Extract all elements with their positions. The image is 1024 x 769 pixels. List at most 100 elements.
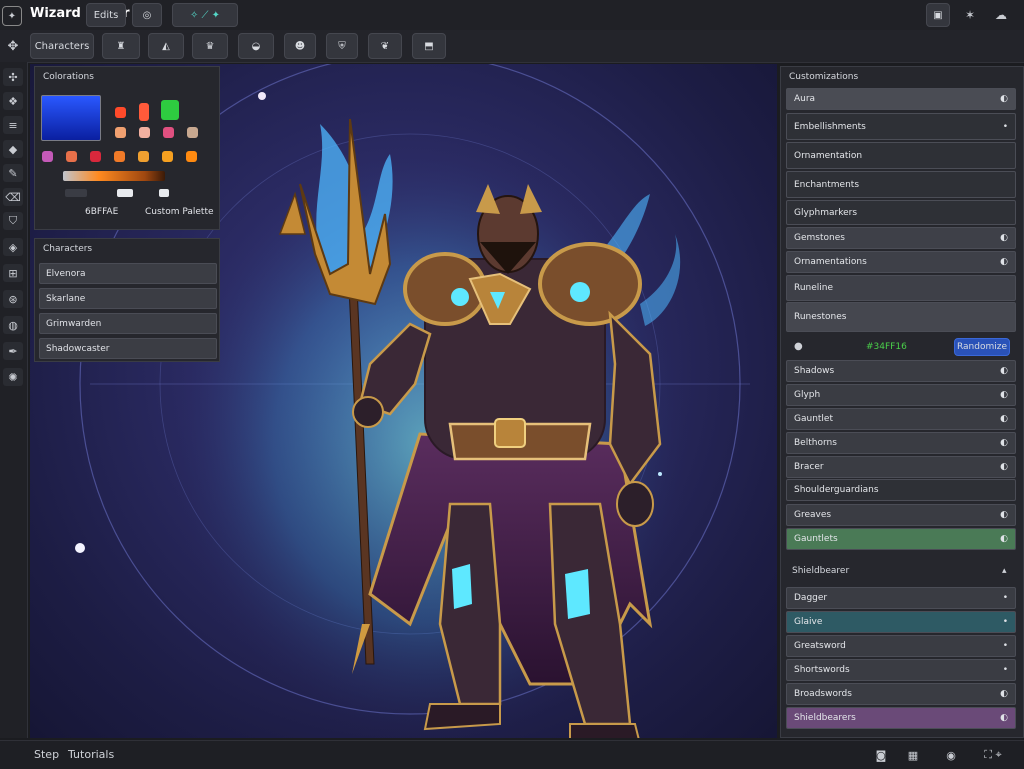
property-row[interactable]: Glyphmarkers (786, 200, 1016, 225)
stamp-icon[interactable]: ⊞ (3, 264, 23, 282)
property-row[interactable]: Bracer ◐ (786, 456, 1016, 478)
swatch-coral[interactable] (66, 151, 77, 162)
property-toggle-icon[interactable]: ◐ (1000, 510, 1008, 520)
property-toggle-icon[interactable]: • (1003, 665, 1008, 675)
pet-tab[interactable]: ❦ (368, 33, 402, 59)
export-tab[interactable]: ⬒ (412, 33, 446, 59)
property-row[interactable]: Greaves ◐ (786, 504, 1016, 526)
hue-slider[interactable] (63, 171, 165, 181)
property-toggle-icon[interactable]: • (1003, 593, 1008, 603)
property-toggle-icon[interactable]: ◐ (1000, 414, 1008, 424)
property-row[interactable]: Embellishments • (786, 113, 1016, 140)
body-tab[interactable]: ♜ (102, 33, 140, 59)
property-toggle-icon[interactable]: • (1003, 617, 1008, 627)
swatch-green[interactable] (161, 100, 179, 120)
cloud-icon[interactable]: ☁ (990, 6, 1012, 24)
property-row[interactable]: Dagger • (786, 587, 1016, 609)
property-toggle-icon[interactable]: ◐ (1000, 438, 1008, 448)
property-row[interactable]: Shadows ◐ (786, 360, 1016, 382)
property-row[interactable]: Gemstones ◐ (786, 227, 1016, 249)
property-row[interactable]: Gauntlet ◐ (786, 408, 1016, 430)
swatch-orange-red[interactable] (139, 103, 149, 121)
swatch-tan[interactable] (187, 127, 198, 138)
palette-button[interactable]: ◎ (132, 3, 162, 27)
property-toggle-icon[interactable]: ◐ (1000, 462, 1008, 472)
swatch-peach[interactable] (115, 127, 126, 138)
slider-handle-2[interactable] (159, 189, 169, 197)
wings-tab[interactable]: ◭ (148, 33, 184, 59)
property-toggle-icon[interactable]: ◐ (1000, 713, 1008, 723)
property-row[interactable]: Aura ◐ (786, 88, 1016, 110)
glow-tool-icon[interactable]: ✺ (3, 368, 23, 386)
eraser-icon[interactable]: ⌫ (3, 188, 23, 206)
slider-handle-3[interactable] (65, 189, 87, 197)
property-row[interactable]: Enchantments (786, 171, 1016, 198)
clone-icon[interactable]: ⊛ (3, 290, 23, 308)
edits-menu-button[interactable]: Edits (86, 3, 126, 27)
property-row[interactable]: Shortswords • (786, 659, 1016, 681)
swatch-orange[interactable] (186, 151, 197, 162)
section-caret-icon[interactable]: ▴ (1002, 566, 1007, 576)
characters-tab[interactable]: Characters (30, 33, 94, 59)
preset-item[interactable]: Elvenora (39, 263, 217, 284)
mask-tool-icon[interactable]: ◍ (3, 316, 23, 334)
property-row[interactable]: Greatsword • (786, 635, 1016, 657)
slider-handle[interactable] (117, 189, 133, 197)
brush-icon[interactable]: ✎ (3, 164, 23, 182)
property-row[interactable]: Ornamentation (786, 142, 1016, 169)
property-toggle-icon[interactable]: ◐ (1000, 257, 1008, 267)
crown-tab[interactable]: ♛ (192, 33, 228, 59)
property-toggle-icon[interactable]: ◐ (1000, 233, 1008, 243)
swatch-violet[interactable] (42, 151, 53, 162)
property-row[interactable]: Shoulderguardians (786, 479, 1016, 501)
property-row[interactable]: Broadswords ◐ (786, 683, 1016, 705)
shape-icon[interactable]: ◆ (3, 140, 23, 158)
move-tool-icon[interactable]: ✣ (3, 68, 23, 86)
property-toggle-icon[interactable]: ◐ (1000, 390, 1008, 400)
home-tool-icon[interactable]: ✥ (3, 36, 23, 56)
paint-tool-icon[interactable]: ❖ (3, 92, 23, 110)
swatch-magenta[interactable] (163, 127, 174, 138)
property-row[interactable]: Glaive • (786, 611, 1016, 633)
property-row[interactable]: Runeline (786, 275, 1016, 301)
shield-tool-icon[interactable]: ⛉ (3, 212, 23, 230)
property-toggle-icon[interactable]: • (1003, 122, 1008, 132)
property-row[interactable]: Belthorns ◐ (786, 432, 1016, 454)
property-row[interactable]: Glyph ◐ (786, 384, 1016, 406)
hex-value[interactable]: 6BFFAE (85, 207, 118, 217)
layers-icon[interactable]: ≡ (3, 116, 23, 134)
armor-tab[interactable]: ⛨ (326, 33, 358, 59)
pen-tool-icon[interactable]: ✒ (3, 342, 23, 360)
camera-icon[interactable]: ◙ (872, 747, 890, 763)
palette-mode[interactable]: Custom Palette (145, 207, 214, 217)
preset-item[interactable]: Shadowcaster (39, 338, 217, 359)
pin-icon[interactable]: ✶ (960, 6, 980, 24)
grid-icon[interactable]: ▦ (900, 747, 926, 763)
preset-item[interactable]: Grimwarden (39, 313, 217, 334)
swatch-crimson[interactable] (90, 151, 101, 162)
gem-tool-icon[interactable]: ◈ (3, 238, 23, 256)
fullscreen-icon[interactable]: ⛶ ⌖ (970, 747, 1016, 763)
preset-item[interactable]: Skarlane (39, 288, 217, 309)
property-toggle-icon[interactable]: ◐ (1000, 366, 1008, 376)
randomize-button[interactable]: Randomize (954, 338, 1010, 356)
swatch-red[interactable] (115, 107, 126, 118)
status-right[interactable]: Tutorials (68, 748, 114, 761)
swatch-gold[interactable] (138, 151, 149, 162)
property-row[interactable]: Ornamentations ◐ (786, 251, 1016, 273)
property-row[interactable]: Runestones (786, 302, 1016, 332)
property-toggle-icon[interactable]: ◐ (1000, 689, 1008, 699)
image-button[interactable]: ▣ (926, 3, 950, 27)
mask-tab[interactable]: ☻ (284, 33, 316, 59)
property-row[interactable]: Shieldbearers ◐ (786, 707, 1016, 729)
property-toggle-icon[interactable]: ◐ (1000, 534, 1008, 544)
swatch-pink[interactable] (139, 127, 150, 138)
swatch-amber[interactable] (114, 151, 125, 162)
property-toggle-icon[interactable]: • (1003, 641, 1008, 651)
magic-wand-button[interactable]: ✧ ⟋ ✦ (172, 3, 238, 27)
swatch-yellow[interactable] (162, 151, 173, 162)
eye-icon[interactable]: ◉ (940, 747, 962, 763)
cape-tab[interactable]: ◒ (238, 33, 274, 59)
property-toggle-icon[interactable]: ◐ (1000, 94, 1008, 104)
property-row[interactable]: Gauntlets ◐ (786, 528, 1016, 550)
